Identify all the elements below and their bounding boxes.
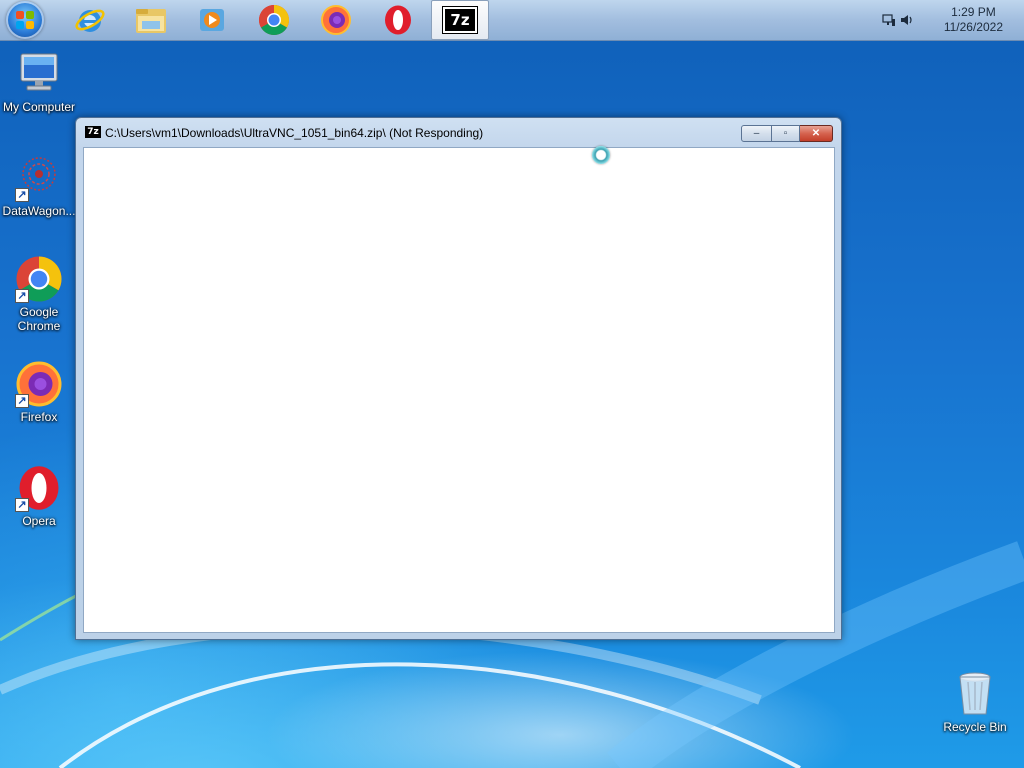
- opera-icon: [385, 5, 411, 35]
- maximize-icon: ▫: [783, 128, 788, 139]
- window-titlebar[interactable]: 7z C:\Users\vm1\Downloads\UltraVNC_1051_…: [76, 118, 841, 146]
- desktop-icon-recycle-bin[interactable]: Recycle Bin: [936, 670, 1014, 734]
- window-client-area[interactable]: [83, 147, 835, 633]
- shortcut-arrow-icon: ↗: [15, 289, 29, 303]
- minimize-button[interactable]: –: [741, 125, 772, 142]
- taskbar-firefox[interactable]: [307, 0, 365, 40]
- chrome-icon: [258, 4, 290, 36]
- desktop-icon-label: Google Chrome: [17, 305, 61, 333]
- taskbar-internet-explorer[interactable]: [61, 0, 119, 40]
- minimize-icon: –: [753, 128, 760, 139]
- taskbar-chrome[interactable]: [245, 0, 303, 40]
- desktop-icon-label: My Computer: [2, 100, 76, 114]
- windows-flag-icon: [16, 11, 34, 29]
- firefox-icon: [321, 5, 351, 35]
- caption-buttons: – ▫ ✕: [741, 125, 833, 142]
- close-icon: ✕: [811, 128, 821, 139]
- desktop-icon-label: DataWagon...: [2, 204, 76, 218]
- seven-zip-icon: 7z: [442, 6, 478, 34]
- desktop-icon-label: Opera: [22, 514, 56, 528]
- seven-zip-icon: 7z: [85, 126, 101, 138]
- media-player-icon: [200, 9, 224, 31]
- recycle-bin-icon: [959, 672, 991, 715]
- desktop-icon-opera[interactable]: ↗ Opera: [0, 464, 78, 528]
- seven-zip-window: 7z C:\Users\vm1\Downloads\UltraVNC_1051_…: [75, 117, 842, 640]
- system-tray: 1:29 PM 11/26/2022: [874, 0, 1024, 40]
- desktop-icon-label: Firefox: [20, 410, 58, 424]
- close-button[interactable]: ✕: [800, 125, 833, 142]
- network-icon[interactable]: [882, 13, 896, 27]
- desktop-icon-google-chrome[interactable]: ↗ Google Chrome: [0, 255, 78, 333]
- taskbar-clock[interactable]: 1:29 PM 11/26/2022: [944, 5, 1003, 35]
- window-title: C:\Users\vm1\Downloads\UltraVNC_1051_bin…: [105, 126, 484, 140]
- taskbar-media-player[interactable]: [183, 0, 241, 40]
- busy-cursor-icon: [592, 146, 610, 164]
- desktop-icon-my-computer[interactable]: My Computer: [0, 50, 78, 114]
- shortcut-arrow-icon: ↗: [15, 394, 29, 408]
- desktop-icon-label: Recycle Bin: [943, 720, 1007, 734]
- folder-icon: [136, 9, 166, 33]
- clock-date: 11/26/2022: [943, 20, 1003, 34]
- computer-icon: [20, 53, 58, 91]
- volume-icon[interactable]: [900, 13, 914, 27]
- shortcut-arrow-icon: ↗: [15, 498, 29, 512]
- clock-time: 1:29 PM: [951, 5, 996, 19]
- internet-explorer-icon: [75, 9, 105, 32]
- taskbar: 7z 1:29 PM 11/26/2022: [0, 0, 1024, 41]
- desktop-icon-datawagon[interactable]: ↗ DataWagon...: [0, 154, 78, 218]
- taskbar-opera[interactable]: [369, 0, 427, 40]
- maximize-button[interactable]: ▫: [772, 125, 800, 142]
- taskbar-windows-explorer[interactable]: [122, 0, 180, 40]
- shortcut-arrow-icon: ↗: [15, 188, 29, 202]
- start-button[interactable]: [6, 1, 44, 39]
- taskbar-7zip[interactable]: 7z: [431, 0, 489, 40]
- desktop-icon-firefox[interactable]: ↗ Firefox: [0, 360, 78, 424]
